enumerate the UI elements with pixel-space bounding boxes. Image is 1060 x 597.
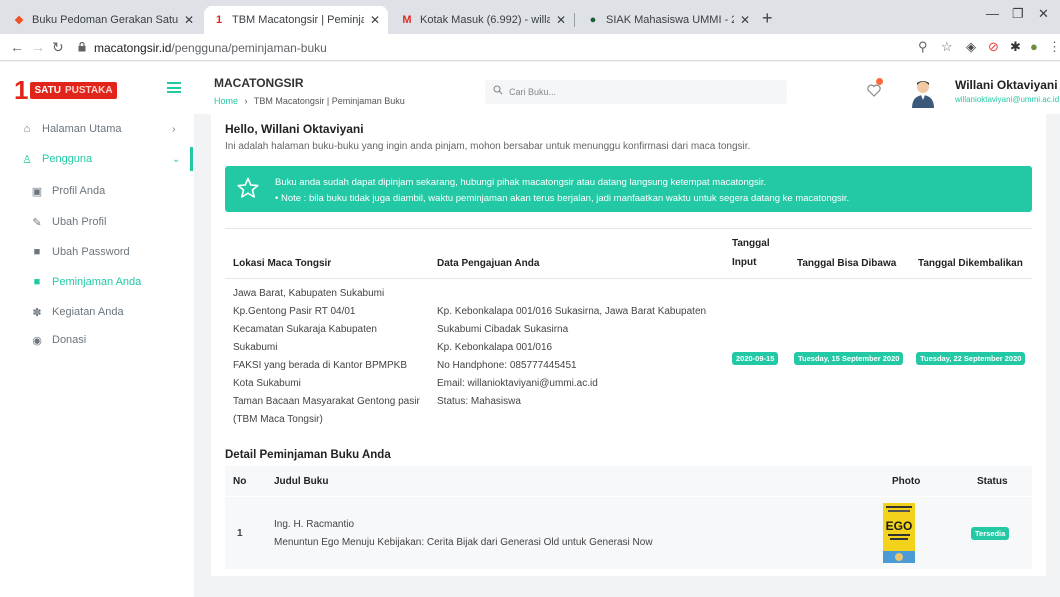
tanggal-bawa-badge: Tuesday, 15 September 2020 — [794, 352, 904, 365]
window-close-icon[interactable]: ✕ — [1038, 6, 1049, 22]
sidebar-item-kegiatan-anda[interactable]: ✽ Kegiatan Anda — [0, 301, 194, 323]
col-header-photo: Photo — [892, 476, 921, 487]
chevron-right-icon: › — [172, 123, 176, 135]
browser-tab[interactable]: ● SIAK Mahasiswa UMMI - 2020 ✕ — [578, 6, 758, 34]
search-icon — [493, 85, 503, 95]
minimize-icon[interactable]: — — [986, 6, 999, 21]
activity-icon: ✽ — [32, 306, 42, 319]
status-badge: Tersedia — [971, 527, 1010, 540]
book-title: Menuntun Ego Menuju Kebijakan: Cerita Bi… — [274, 537, 653, 548]
page-title: MACATONGSIR — [214, 76, 304, 90]
breadcrumb: Home › TBM Macatongsir | Peminjaman Buku — [214, 96, 405, 106]
sidebar-item-peminjaman-anda[interactable]: ■ Peminjaman Anda — [0, 271, 194, 293]
star-icon — [237, 177, 259, 198]
section-title: Detail Peminjaman Buku Anda — [225, 449, 391, 461]
col-header-judul: Judul Buku — [274, 476, 329, 487]
close-icon[interactable]: ✕ — [556, 13, 566, 27]
university-icon: ● — [589, 14, 597, 26]
url-field[interactable]: macatongsir.id/pengguna/peminjaman-buku — [94, 41, 327, 55]
browser-tab-bar: ❖ Buku Pedoman Gerakan Satu Pus ✕ 1 TBM … — [0, 0, 1060, 34]
content-card: Hello, Willani Oktaviyani Ini adalah hal… — [211, 114, 1046, 576]
adblock-icon[interactable]: ⊘ — [988, 39, 999, 55]
tanggal-input-badge: 2020-09-15 — [732, 352, 779, 365]
table-divider — [225, 228, 1032, 229]
hamburger-menu-icon[interactable] — [167, 82, 181, 93]
puzzle-icon[interactable]: ✱ — [1010, 39, 1021, 55]
close-icon[interactable]: ✕ — [740, 13, 750, 27]
sidebar: 1 SATU PUSTAKA ⌂ Halaman Utama › ♙ Penggu… — [0, 62, 194, 597]
col-header-tanggal-input: Tanggal Input — [732, 238, 770, 268]
sidebar-item-profil-anda[interactable]: ▣ Profil Anda — [0, 180, 194, 202]
book-info: Ing. H. Racmantio Menuntun Ego Menuju Ke… — [274, 516, 653, 552]
breadcrumb-home-link[interactable]: Home — [214, 96, 238, 106]
greeting-heading: Hello, Willani Oktaviyani — [225, 122, 364, 136]
browser-tab-active[interactable]: 1 TBM Macatongsir | Peminjaman B ✕ — [204, 6, 388, 34]
edit-icon: ✎ — [32, 216, 42, 229]
svg-text:EGO: EGO — [886, 519, 913, 533]
sidebar-item-donasi[interactable]: ◉ Donasi — [0, 329, 194, 351]
sidebar-item-ubah-password[interactable]: ■ Ubah Password — [0, 241, 194, 263]
sidebar-item-ubah-profil[interactable]: ✎ Ubah Profil — [0, 211, 194, 233]
col-header-data: Data Pengajuan Anda — [437, 258, 540, 269]
lokasi-cell: Jawa Barat, Kabupaten Sukabumi Kp.Genton… — [233, 288, 420, 425]
tab-separator — [574, 13, 575, 27]
lock-icon — [78, 42, 86, 52]
active-indicator — [190, 147, 193, 171]
sidebar-item-halaman-utama[interactable]: ⌂ Halaman Utama › — [0, 118, 194, 140]
search-input[interactable] — [485, 80, 787, 104]
success-alert: Buku anda sudah dapat dipinjam sekarang,… — [225, 166, 1032, 212]
address-bar: ← → ↻ macatongsir.id/pengguna/peminjaman… — [0, 34, 1060, 61]
forward-arrow-icon[interactable]: → — [31, 39, 45, 55]
col-header-no: No — [233, 476, 247, 487]
col-header-status: Status — [977, 476, 1008, 487]
alert-note: • Note : bila buku tidak juga diambil, w… — [275, 193, 850, 204]
row-number: 1 — [237, 528, 243, 539]
col-header-tanggal-bawa: Tanggal Bisa Dibawa — [797, 258, 897, 269]
book-author: Ing. H. Racmantio — [274, 519, 355, 530]
figma-icon: ❖ — [14, 14, 24, 27]
gmail-icon: M — [402, 14, 412, 26]
user-icon: ♙ — [22, 153, 32, 166]
more-menu-icon[interactable]: ⋮ — [1048, 39, 1060, 55]
data-pengajuan-cell: Kp. Kebonkalapa 001/016 Sukasirna, Jawa … — [437, 306, 707, 407]
col-header-tanggal-kembali: Tanggal Dikembalikan — [918, 258, 1023, 269]
close-icon[interactable]: ✕ — [370, 13, 380, 27]
alert-message: Buku anda sudah dapat dipinjam sekarang,… — [275, 177, 767, 188]
maximize-icon[interactable]: ❐ — [1012, 6, 1024, 22]
browser-tab[interactable]: ❖ Buku Pedoman Gerakan Satu Pus ✕ — [4, 6, 202, 34]
back-arrow-icon[interactable]: ← — [10, 39, 24, 55]
book-icon: ■ — [33, 276, 41, 288]
new-tab-button[interactable]: + — [762, 8, 773, 29]
user-name: Willani Oktaviyani — [955, 78, 1058, 92]
col-header-lokasi: Lokasi Maca Tongsir — [233, 258, 332, 269]
notification-badge — [876, 78, 883, 85]
close-icon[interactable]: ✕ — [184, 13, 194, 27]
reload-icon[interactable]: ↻ — [52, 39, 64, 56]
avatar[interactable] — [910, 78, 936, 108]
chevron-down-icon: ⌄ — [172, 153, 181, 165]
user-email: willanioktaviyani@ummi.ac.id — [955, 95, 1060, 104]
table-divider — [225, 278, 1032, 279]
logo[interactable]: 1 SATU PUSTAKA — [14, 77, 117, 103]
profile-avatar-icon[interactable]: ● — [1030, 39, 1038, 54]
id-card-icon: ▣ — [31, 185, 43, 198]
zoom-icon[interactable]: ⚲ — [918, 39, 928, 55]
intro-text: Ini adalah halaman buku-buku yang ingin … — [225, 141, 751, 152]
satu-pustaka-favicon: 1 — [215, 14, 223, 26]
breadcrumb-current: TBM Macatongsir | Peminjaman Buku — [253, 96, 405, 106]
donation-icon: ◉ — [32, 334, 42, 347]
browser-tab[interactable]: M Kotak Masuk (6.992) - willaniokta ✕ — [392, 6, 574, 34]
home-icon: ⌂ — [23, 123, 31, 135]
book-cover-image: EGO — [883, 503, 915, 563]
tanggal-kembali-badge: Tuesday, 22 September 2020 — [916, 352, 1026, 365]
page-header: MACATONGSIR Home › TBM Macatongsir | Pem… — [194, 62, 1060, 114]
bookmark-star-icon[interactable]: ☆ — [941, 39, 953, 55]
lock-icon: ■ — [33, 246, 41, 258]
sidebar-item-pengguna[interactable]: ♙ Pengguna ⌄ — [0, 148, 194, 170]
extension-icon[interactable]: ◈ — [966, 39, 976, 55]
